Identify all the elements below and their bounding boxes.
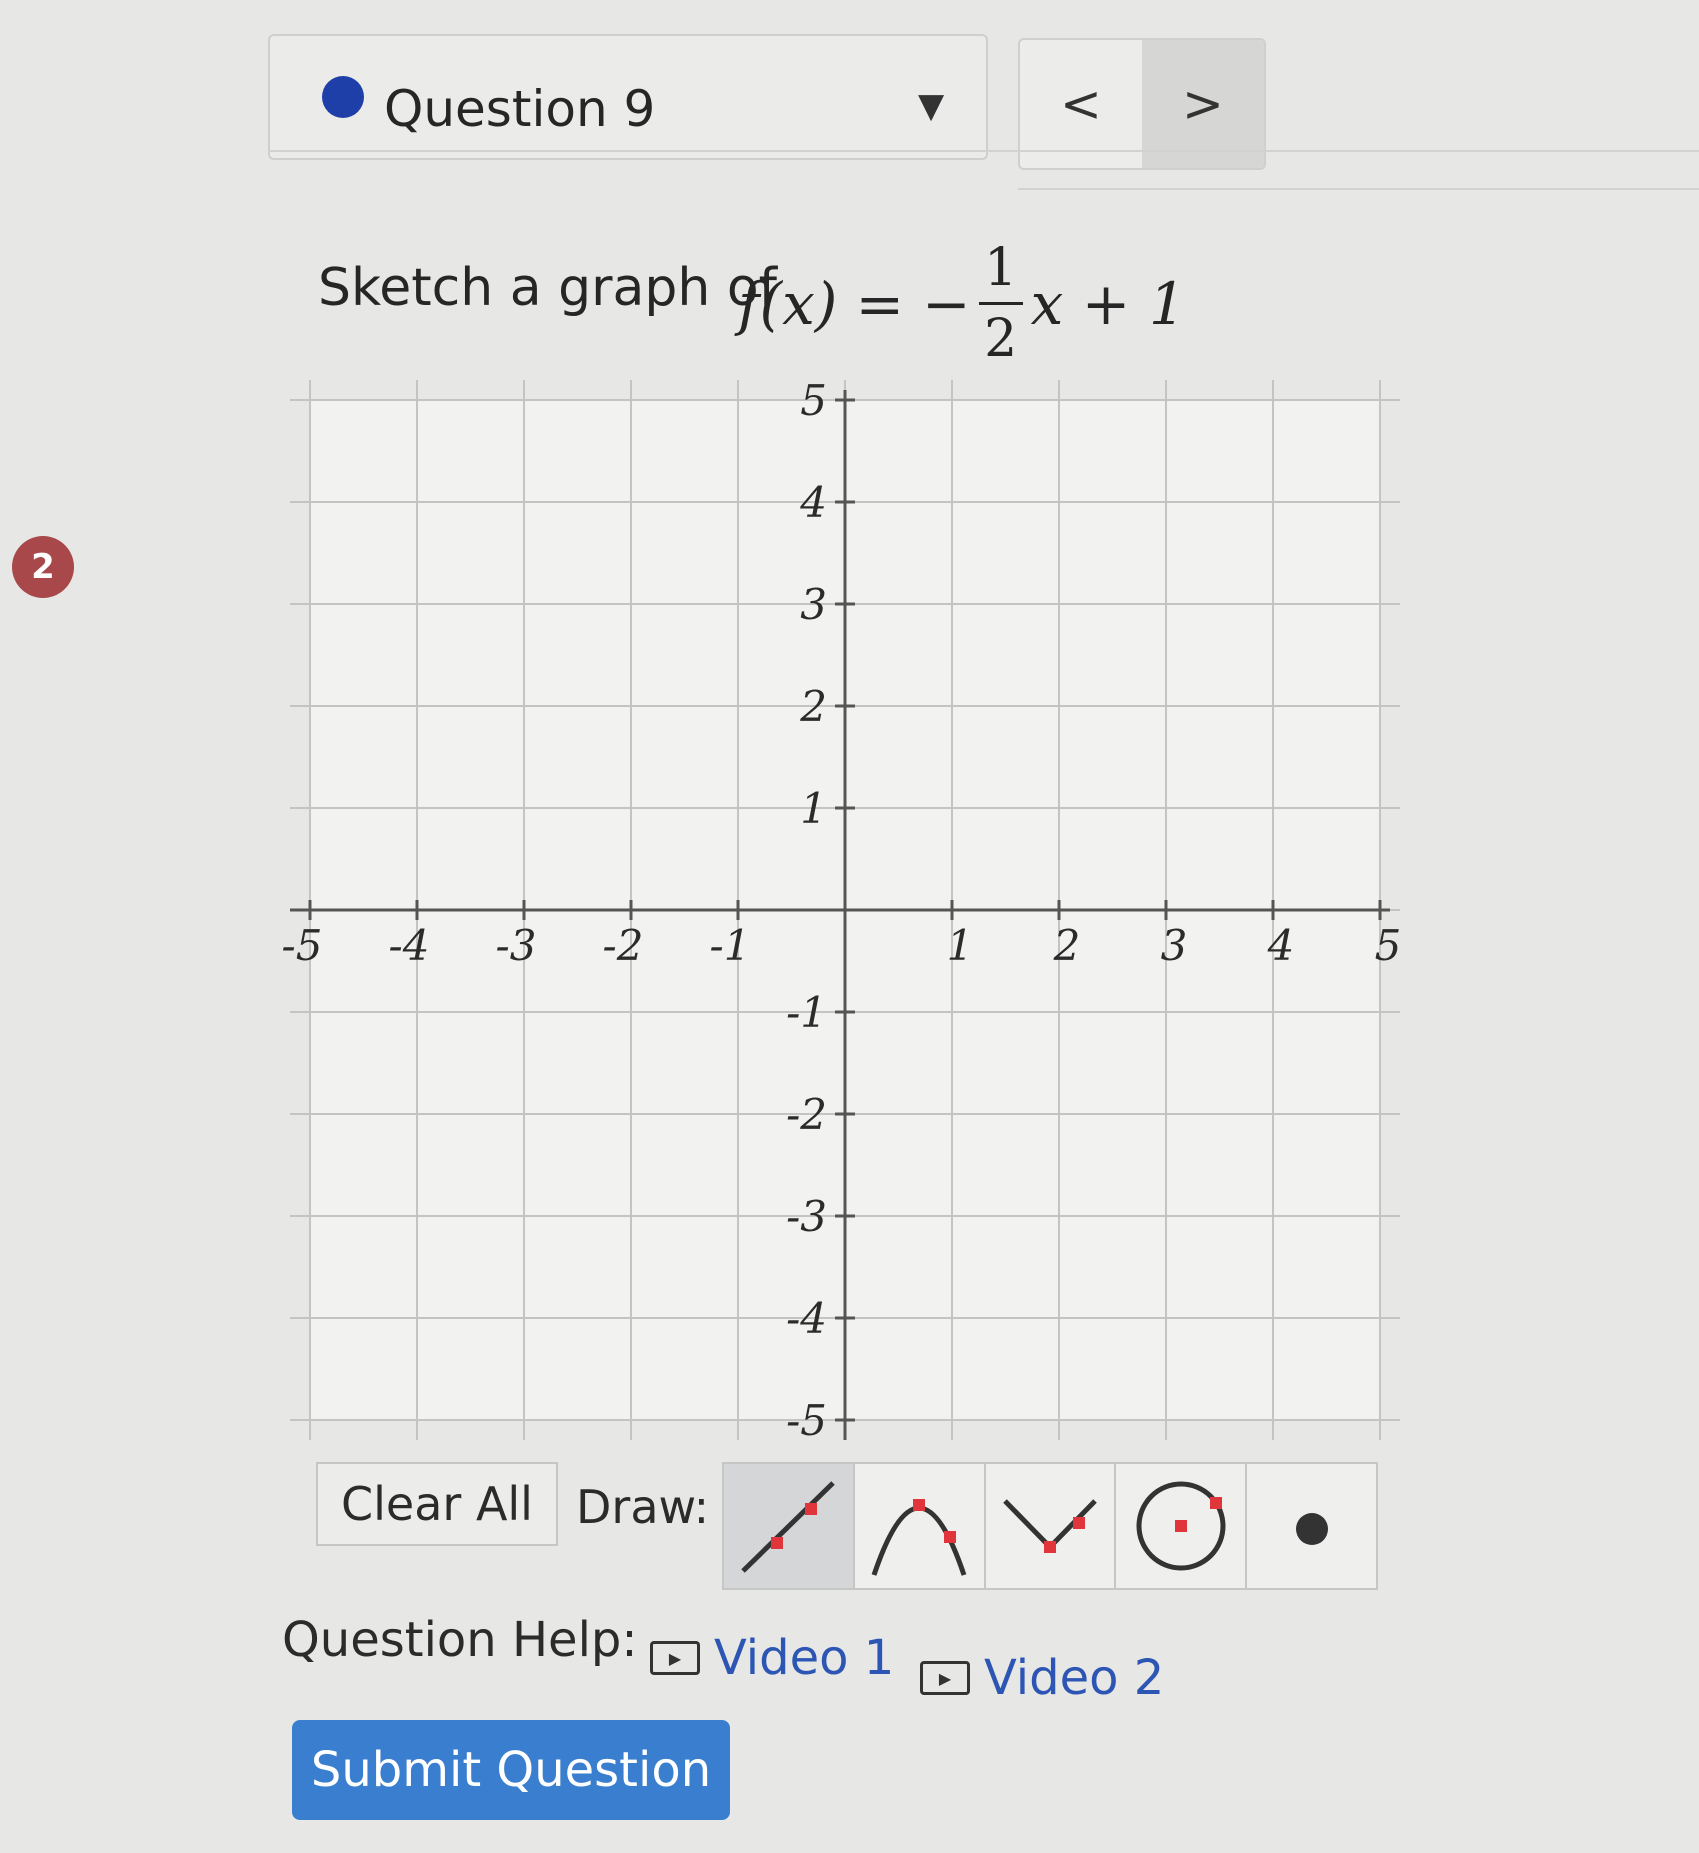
y-tick-label: -2 <box>786 1090 827 1139</box>
x-tick-label: -1 <box>710 921 751 970</box>
clear-all-button[interactable]: Clear All <box>316 1462 558 1546</box>
play-video-icon: ▶ <box>920 1661 970 1695</box>
parabola-tool-button[interactable] <box>855 1464 986 1588</box>
y-tick-label: 5 <box>800 376 827 425</box>
point-icon <box>1295 1513 1328 1545</box>
y-tick-label: -5 <box>786 1396 827 1445</box>
video-2-label: Video 2 <box>984 1650 1165 1706</box>
x-tick-label: 3 <box>1161 921 1188 970</box>
play-video-icon: ▶ <box>650 1641 700 1675</box>
x-tick-label: 2 <box>1053 921 1081 970</box>
x-tick-label: -5 <box>282 921 323 970</box>
line-tool-button[interactable] <box>724 1464 855 1588</box>
draw-label: Draw: <box>576 1480 710 1534</box>
draw-tools <box>722 1462 1378 1590</box>
x-tick-label: -2 <box>603 921 644 970</box>
y-tick-label: 3 <box>800 580 827 629</box>
point-tool-button[interactable] <box>1247 1464 1376 1588</box>
y-tick-label: 4 <box>799 478 827 527</box>
x-tick-label: 1 <box>947 921 974 970</box>
circle-icon <box>1136 1481 1226 1571</box>
x-tick-label: 4 <box>1267 921 1295 970</box>
y-tick-label: 2 <box>799 682 827 731</box>
line-icon <box>741 1481 836 1573</box>
x-tick-label: 5 <box>1375 921 1402 970</box>
y-tick-label: -1 <box>786 988 827 1037</box>
question-help-label: Question Help: <box>282 1612 638 1668</box>
y-tick-label: -3 <box>786 1192 827 1241</box>
video-2-link[interactable]: ▶ Video 2 <box>920 1650 1164 1706</box>
video-1-label: Video 1 <box>714 1630 895 1686</box>
y-tick-label: 1 <box>800 784 827 833</box>
absolute-value-icon <box>1003 1499 1097 1553</box>
submit-question-button[interactable]: Submit Question <box>292 1720 730 1820</box>
y-tick-label: -4 <box>786 1294 827 1343</box>
circle-tool-button[interactable] <box>1116 1464 1248 1588</box>
absolute-value-tool-button[interactable] <box>986 1464 1117 1588</box>
parabola-down-icon <box>871 1499 967 1576</box>
video-1-link[interactable]: ▶ Video 1 <box>650 1630 894 1686</box>
x-tick-label: -4 <box>389 921 430 970</box>
x-tick-label: -3 <box>496 921 537 970</box>
